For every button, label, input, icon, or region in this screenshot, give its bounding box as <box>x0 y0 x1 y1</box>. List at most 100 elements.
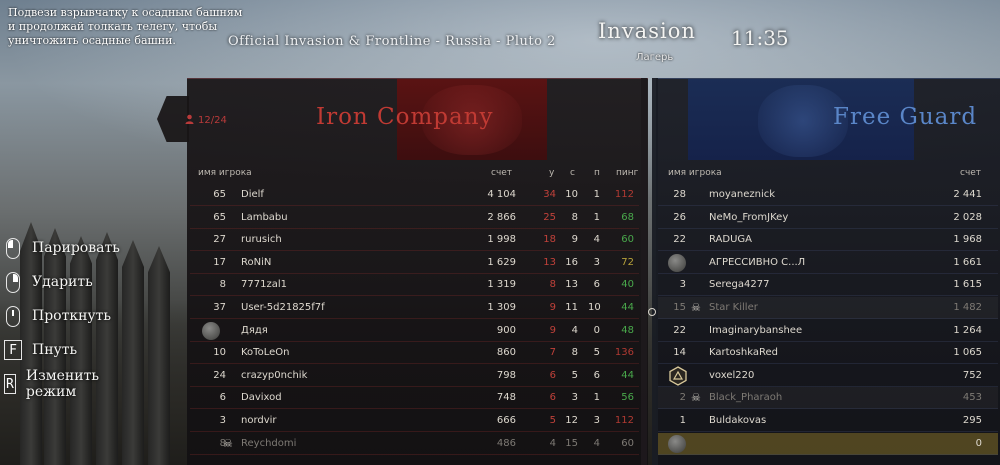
right-team-name: Free Guard <box>833 104 978 130</box>
palisade-stake <box>122 240 144 465</box>
player-score: 453 <box>962 392 982 404</box>
column-header-ping: пинг <box>616 168 639 178</box>
control-hint-strike: Ударить <box>4 270 93 294</box>
player-level: 22 <box>673 324 686 336</box>
player-level: 3 <box>679 279 686 291</box>
player-name: moyaneznick <box>709 189 776 200</box>
player-level: 8 <box>219 279 226 291</box>
player-kills: 6 <box>549 369 556 381</box>
player-assists: 5 <box>593 347 600 359</box>
player-deaths: 3 <box>571 392 578 404</box>
table-row[interactable]: 14 KartoshkaRed 1 065 <box>658 342 998 365</box>
player-name: Dielf <box>241 189 264 200</box>
player-score: 486 <box>496 437 516 449</box>
player-level: 65 <box>213 189 226 200</box>
player-name: crazyp0nchik <box>241 369 308 381</box>
table-row[interactable]: 3 Serega4277 1 615 <box>658 274 998 297</box>
player-deaths: 5 <box>571 369 578 381</box>
table-row[interactable]: 27 rurusich 1 998 18 9 4 60 <box>190 229 639 252</box>
table-row[interactable]: 8 Reychdomi 486 4 15 4 60 ☠ <box>190 433 639 455</box>
player-name: Reychdomi <box>241 437 297 449</box>
player-avatar <box>668 253 686 272</box>
column-header-deaths: с <box>570 168 575 178</box>
player-level: 14 <box>673 347 686 359</box>
table-row[interactable]: 65 Dielf 4 104 34 10 1 112 <box>190 184 639 206</box>
rank-badge-icon <box>668 366 688 386</box>
table-row[interactable]: 26 NeMo_FromJKey 2 028 <box>658 207 998 229</box>
table-row[interactable]: 17 RoNiN 1 629 13 16 3 72 <box>190 252 639 274</box>
player-name: Serega4277 <box>709 279 770 291</box>
table-row[interactable]: 1 Buldakovas 295 <box>658 410 998 432</box>
table-row[interactable]: 65 Lambabu 2 866 25 8 1 68 <box>190 207 639 229</box>
table-row[interactable]: 22 RADUGA 1 968 <box>658 229 998 252</box>
player-level: 1 <box>679 415 686 426</box>
player-assists: 4 <box>593 234 600 246</box>
table-row[interactable]: 37 User-5d21825f7f 1 309 9 11 10 44 <box>190 297 639 319</box>
table-row[interactable]: voxel220 752 <box>658 365 998 387</box>
player-score: 1 309 <box>487 302 516 313</box>
player-score: 2 028 <box>953 211 982 223</box>
game-mode-subtitle: Лагерь <box>636 52 674 63</box>
player-kills: 4 <box>549 437 556 449</box>
table-row[interactable]: 3 nordvir 666 5 12 3 112 <box>190 410 639 432</box>
column-header-score: счет <box>960 168 982 178</box>
player-kills: 18 <box>543 234 556 246</box>
table-row[interactable]: АГРЕССИВНО С...Л 1 661 <box>658 252 998 274</box>
player-name: Imaginarybanshee <box>709 324 803 336</box>
player-level: 6 <box>219 392 226 404</box>
player-assists: 0 <box>593 324 600 336</box>
game-mode-title: Invasion <box>598 19 696 43</box>
match-clock: 11:35 <box>731 26 789 50</box>
table-row[interactable]: 0 <box>658 432 998 455</box>
mouse-left-icon <box>6 237 20 259</box>
player-deaths: 8 <box>571 211 578 223</box>
player-deaths: 9 <box>571 234 578 246</box>
player-assists: 10 <box>588 302 601 313</box>
player-level: 22 <box>673 234 686 246</box>
player-deaths: 8 <box>571 347 578 359</box>
table-row[interactable]: 6 Davixod 748 6 3 1 56 <box>190 387 639 410</box>
player-deaths: 4 <box>571 324 578 336</box>
player-ping: 40 <box>621 279 634 291</box>
table-row[interactable]: 28 moyaneznick 2 441 <box>658 184 998 206</box>
player-deaths: 12 <box>565 415 578 426</box>
player-name: nordvir <box>241 415 277 426</box>
player-name: NeMo_FromJKey <box>709 211 789 223</box>
player-ping: 112 <box>614 189 634 200</box>
player-kills: 13 <box>543 256 556 268</box>
player-assists: 6 <box>593 279 600 291</box>
table-row[interactable]: 2 Black_Pharaoh 453 ☠ <box>658 387 998 410</box>
player-level: 26 <box>673 211 686 223</box>
player-kills: 6 <box>549 392 556 404</box>
player-kills: 9 <box>549 302 556 313</box>
table-row[interactable]: 8 7771zal1 1 319 8 13 6 40 <box>190 274 639 297</box>
table-row[interactable]: 22 Imaginarybanshee 1 264 <box>658 320 998 342</box>
player-assists: 1 <box>593 392 600 404</box>
skull-icon: ☠ <box>691 391 701 405</box>
table-row[interactable]: Дядя 900 9 4 0 48 <box>190 320 639 342</box>
player-deaths: 16 <box>565 256 578 268</box>
table-row[interactable]: 15 Star Killer 1 482 ☠ <box>658 297 998 319</box>
player-name: Buldakovas <box>709 415 767 426</box>
key-r-icon: R <box>4 374 16 394</box>
player-score: 1 968 <box>953 234 982 246</box>
server-name: Official Invasion & Frontline - Russia -… <box>228 34 556 49</box>
table-row[interactable]: 24 crazyp0nchik 798 6 5 6 44 <box>190 365 639 387</box>
divider-marker-icon <box>648 308 656 316</box>
player-score: 4 104 <box>487 189 516 200</box>
control-hint-stab: Проткнуть <box>4 304 111 328</box>
player-deaths: 10 <box>565 189 578 200</box>
player-score: 752 <box>962 369 982 381</box>
player-kills: 7 <box>549 347 556 359</box>
player-name: KartoshkaRed <box>709 347 778 359</box>
control-label: Ударить <box>32 274 93 290</box>
player-level: 3 <box>219 415 226 426</box>
control-label: Пнуть <box>32 342 78 358</box>
player-level: 2 <box>679 392 686 404</box>
column-header-name: имя игрока <box>198 168 252 178</box>
player-level: 28 <box>673 189 686 200</box>
player-score: 2 441 <box>953 189 982 200</box>
player-count-value: 12/24 <box>198 115 227 126</box>
table-row[interactable]: 10 KoToLeOn 860 7 8 5 136 <box>190 342 639 365</box>
key-f-icon: F <box>4 340 22 360</box>
